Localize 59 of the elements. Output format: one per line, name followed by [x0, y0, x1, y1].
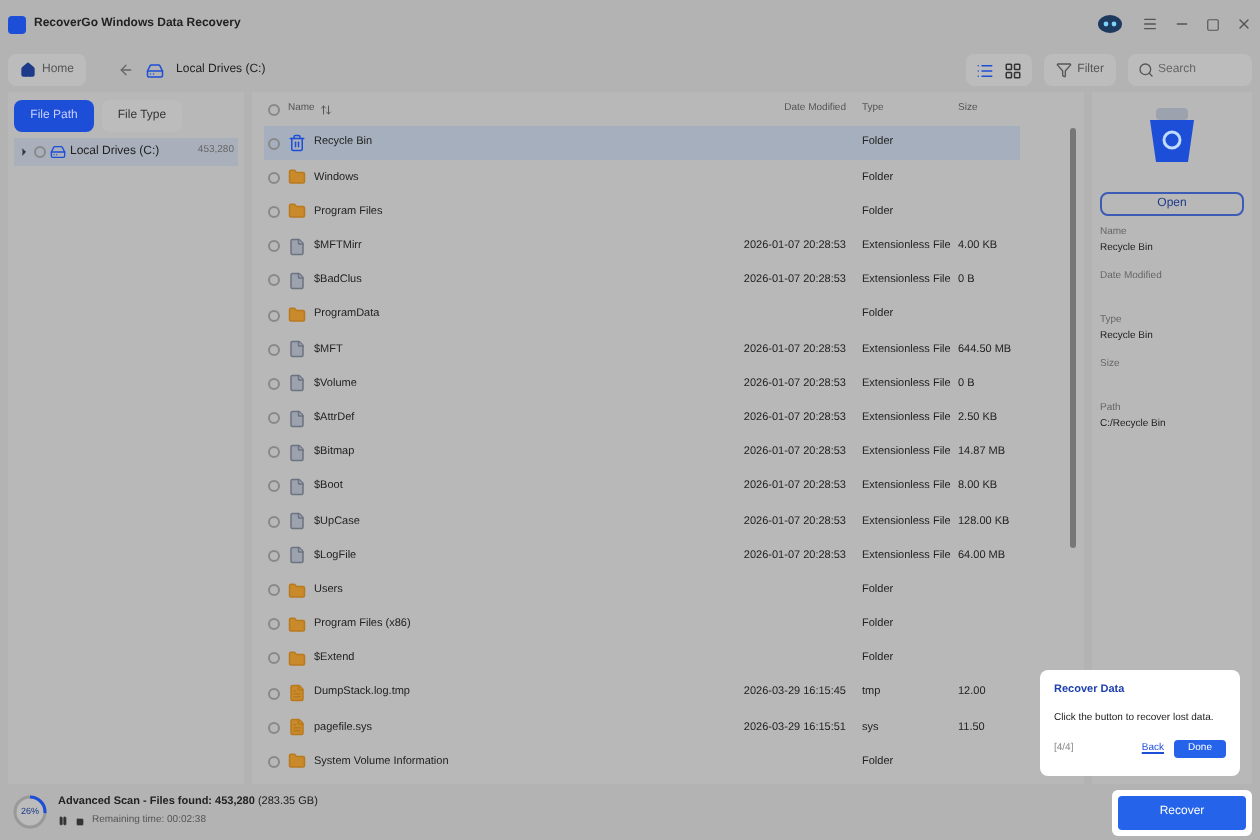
folder-icon [288, 752, 306, 771]
checkbox[interactable] [268, 721, 280, 734]
list-view-icon[interactable] [975, 61, 994, 79]
checkbox[interactable] [268, 103, 280, 115]
checkbox[interactable] [268, 755, 280, 768]
checkbox[interactable] [268, 549, 280, 562]
checkbox[interactable] [268, 515, 280, 528]
drive-icon [146, 61, 165, 79]
scrollbar[interactable] [1070, 128, 1076, 548]
close-icon[interactable] [1236, 16, 1252, 32]
file-icon [288, 477, 306, 496]
recycle-bin-icon [288, 134, 306, 153]
file-icon [288, 546, 306, 565]
folder-icon [288, 202, 306, 221]
menu-icon[interactable] [1142, 16, 1158, 32]
app-logo-icon [8, 15, 26, 33]
back-icon[interactable] [118, 62, 135, 78]
folder-icon [288, 615, 306, 634]
checkbox[interactable] [268, 240, 280, 253]
file-icon [288, 271, 306, 290]
folder-icon [288, 306, 306, 325]
folder-icon [288, 168, 306, 187]
file-icon [288, 512, 306, 531]
maximize-icon[interactable] [1206, 17, 1220, 31]
checkbox[interactable] [268, 205, 280, 218]
folder-icon [288, 581, 306, 600]
document-icon [288, 684, 306, 703]
checkbox[interactable] [268, 274, 280, 287]
robot-icon [1098, 14, 1122, 34]
checkbox[interactable] [268, 171, 280, 184]
folder-icon [288, 649, 306, 668]
checkbox[interactable] [268, 412, 280, 425]
checkbox[interactable] [268, 137, 280, 150]
checkbox[interactable] [268, 309, 280, 322]
recycle-bin-icon [1148, 108, 1196, 164]
checkbox[interactable] [268, 584, 280, 597]
file-icon [288, 340, 306, 359]
checkbox[interactable] [268, 687, 280, 700]
sort-icon[interactable] [320, 103, 333, 115]
grid-view-icon[interactable] [1003, 61, 1022, 79]
checkbox[interactable] [34, 146, 46, 158]
expand-icon[interactable] [18, 146, 30, 158]
search-icon [1138, 62, 1154, 78]
pause-icon[interactable] [58, 816, 68, 826]
file-icon [288, 237, 306, 256]
document-icon [288, 718, 306, 737]
filter-icon [1055, 62, 1072, 78]
checkbox[interactable] [268, 446, 280, 459]
home-icon [20, 62, 36, 78]
file-icon [288, 443, 306, 462]
checkbox[interactable] [268, 618, 280, 631]
file-icon [288, 374, 306, 393]
checkbox[interactable] [268, 652, 280, 665]
file-icon [288, 409, 306, 428]
checkbox[interactable] [268, 377, 280, 390]
stop-icon[interactable] [76, 817, 84, 825]
drive-icon [50, 144, 66, 160]
checkbox[interactable] [268, 343, 280, 356]
checkbox[interactable] [268, 480, 280, 493]
